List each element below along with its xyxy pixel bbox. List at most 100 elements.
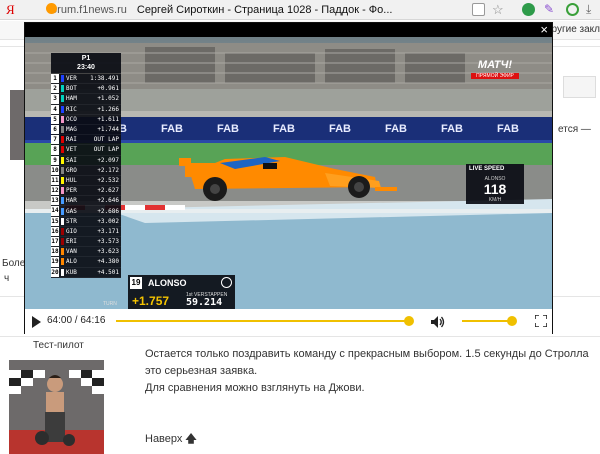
tower-row: 10 GRO +2.172 <box>51 165 121 176</box>
download-icon[interactable]: ⤓ <box>586 3 599 16</box>
team-color-swatch <box>61 136 64 144</box>
tower-row: 12 PER +2.627 <box>51 186 121 197</box>
driver-gap: +1.266 <box>97 105 119 113</box>
driver-number: 19 <box>130 277 142 289</box>
play-icon[interactable] <box>32 316 41 328</box>
video-title-bar: × <box>25 23 552 37</box>
driver-gap: +0.961 <box>97 85 119 93</box>
volume-fill <box>462 320 512 322</box>
tower-lap: P1 <box>81 55 91 62</box>
tower-row: 17 ERI +3.573 <box>51 237 121 248</box>
timecode: 64:00 / 64:16 <box>47 315 106 326</box>
tower-row: 6 MAG +1.744 <box>51 124 121 136</box>
tower-row: 18 VAN +3.623 <box>51 247 121 258</box>
back-to-top-label: Наверх <box>145 433 183 445</box>
shield-badge-icon[interactable] <box>522 3 535 16</box>
back-to-top-link[interactable]: Наверх 🡅 <box>145 430 197 449</box>
driver-code: HAM <box>66 95 77 103</box>
driver-code: GRO <box>66 166 77 174</box>
driver-code: HUL <box>66 176 77 184</box>
driver-gap: +3.623 <box>97 248 119 256</box>
avatar[interactable] <box>9 360 104 454</box>
address-bar[interactable]: forum.f1news.ru Сергей Сироткин - Страни… <box>22 2 480 18</box>
driver-code: SAI <box>66 156 77 164</box>
read-mode-icon[interactable] <box>472 3 485 16</box>
browser-toolbar: Я forum.f1news.ru Сергей Сироткин - Стра… <box>0 0 600 20</box>
driver-code: VER <box>66 75 77 83</box>
tower-row: 15 STR +3.002 <box>51 216 121 227</box>
tower-row: 2 BOT +0.961 <box>51 84 121 95</box>
avatar-fragment <box>10 90 24 160</box>
banner-text: FAB <box>161 123 183 135</box>
team-color-swatch <box>61 187 64 195</box>
channel-logo: МАТЧ! ПРЯМОЙ ЭФИР <box>471 59 519 81</box>
driver-code: HAR <box>66 197 77 205</box>
page-title: Сергей Сироткин - Страница 1028 - Паддок… <box>136 4 393 16</box>
post-body: Остается только поздравить команду с пре… <box>145 346 595 397</box>
volume-icon[interactable] <box>429 314 445 330</box>
team-color-swatch <box>61 248 64 256</box>
tower-position: 6 <box>51 124 59 135</box>
player-controls: 64:00 / 64:16 <box>25 310 552 334</box>
progress-fill <box>116 320 409 322</box>
driver-code: RAI <box>66 136 77 144</box>
tower-row: 9 SAI +2.097 <box>51 155 121 166</box>
tower-row: 8 VET OUT LAP <box>51 145 121 156</box>
tower-position: 16 <box>51 226 59 236</box>
timing-tower: P1 23:40 1 VER 1:38.491 2 BOT +0.961 3 HAM +1.05… <box>51 53 121 278</box>
tower-row: 3 HAM +1.052 <box>51 94 121 105</box>
team-logo-icon <box>221 277 232 288</box>
other-bookmarks[interactable]: Другие закл <box>545 24 600 35</box>
team-color-swatch <box>61 176 64 184</box>
tower-row: 1 VER 1:38.491 <box>51 74 121 85</box>
team-color-swatch <box>61 115 64 123</box>
driver-gap: +2.532 <box>97 176 119 184</box>
driver-gap: +3.171 <box>97 227 119 235</box>
driver-code: RIC <box>66 105 77 113</box>
channel-subtitle: ПРЯМОЙ ЭФИР <box>471 73 519 79</box>
tower-row: 11 HUL +2.532 <box>51 175 121 187</box>
team-color-swatch <box>61 166 64 174</box>
tower-position: 3 <box>51 94 59 104</box>
progress-handle[interactable] <box>403 316 414 326</box>
tower-position: 2 <box>51 84 59 94</box>
page-text-fragment: ч <box>4 273 10 284</box>
video-frame[interactable]: × FABFABFABFABFABFABFABFABFAB МАТЧ! ПРЯМ… <box>25 23 552 309</box>
driver-gap: +3.573 <box>97 238 119 246</box>
pen-icon[interactable]: ✎ <box>544 3 557 16</box>
driver-gap: +2.686 <box>97 207 119 215</box>
tower-position: 11 <box>51 175 59 186</box>
volume-handle[interactable] <box>506 316 517 326</box>
close-icon[interactable]: × <box>540 23 548 37</box>
refresh-icon[interactable] <box>566 3 579 16</box>
tower-row: 14 GAS +2.686 <box>51 206 121 217</box>
video-player[interactable]: × FABFABFABFABFABFABFABFABFAB МАТЧ! ПРЯМ… <box>24 22 553 334</box>
page-text-fragment: ется — <box>558 124 591 135</box>
tower-position: 18 <box>51 247 59 257</box>
tower-position: 10 <box>51 165 59 175</box>
driver-gap: +2.172 <box>97 166 119 174</box>
star-icon[interactable]: ☆ <box>492 3 505 16</box>
team-color-swatch <box>61 207 64 215</box>
volume-slider[interactable] <box>462 316 517 326</box>
banner-text: FAB <box>441 123 463 135</box>
arrow-up-icon: 🡅 <box>185 433 197 445</box>
divider <box>0 336 600 337</box>
team-color-swatch <box>61 156 64 164</box>
live-speed-title: LIVE SPEED <box>469 166 505 172</box>
tower-rows: 1 VER 1:38.491 2 BOT +0.961 3 HAM +1.052 4 RIC +1.2… <box>51 74 121 278</box>
team-color-swatch <box>61 217 64 225</box>
tower-position: 9 <box>51 155 59 165</box>
yandex-logo[interactable]: Я <box>6 2 15 18</box>
tower-position: 8 <box>51 145 59 155</box>
channel-name: МАТЧ! <box>477 59 513 71</box>
team-color-swatch <box>61 197 64 205</box>
progress-bar[interactable] <box>116 316 414 326</box>
driver-gap: 1:38.491 <box>90 75 119 83</box>
fullscreen-icon[interactable] <box>535 315 547 327</box>
driver-code: VAN <box>66 248 77 256</box>
team-color-swatch <box>61 146 64 154</box>
team-color-swatch <box>61 95 64 103</box>
live-speed-unit: KM/H <box>488 197 502 203</box>
tower-row: 7 RAI OUT LAP <box>51 135 121 146</box>
